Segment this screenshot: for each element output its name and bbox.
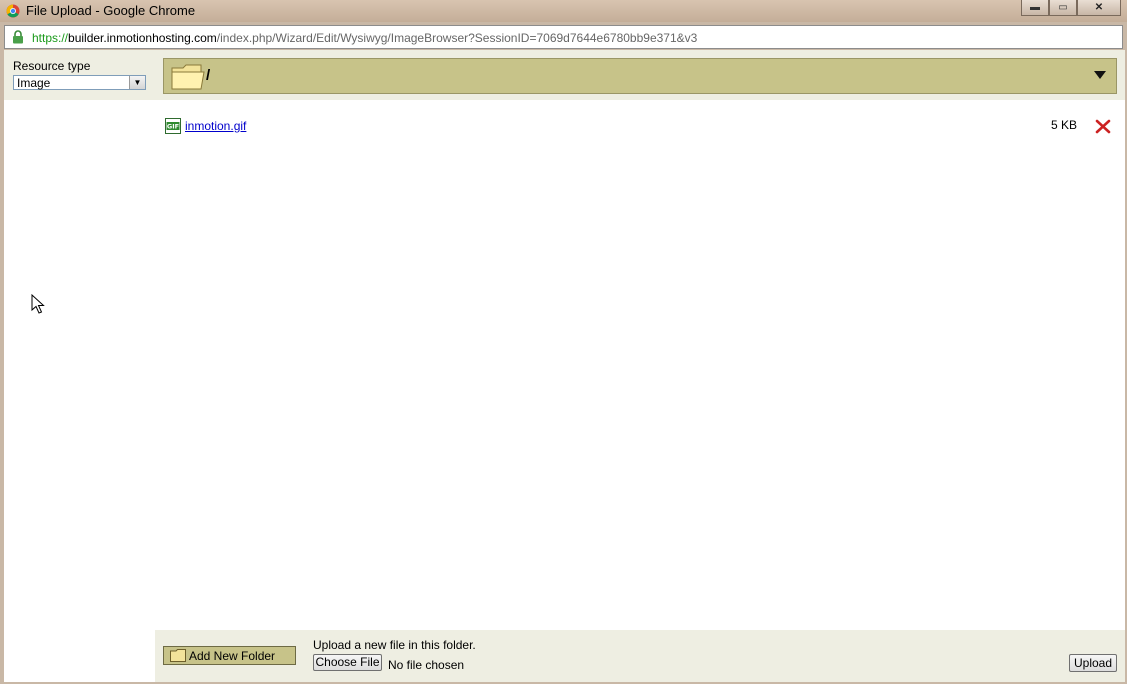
- upload-button[interactable]: Upload: [1069, 654, 1117, 672]
- window-title: File Upload - Google Chrome: [26, 3, 196, 18]
- delete-icon[interactable]: [1095, 118, 1111, 134]
- upload-footer: Add New Folder Upload a new file in this…: [155, 630, 1125, 682]
- folder-path-bar[interactable]: /: [163, 58, 1117, 94]
- window-controls: ▬ ▭ ✕: [1021, 0, 1121, 16]
- folder-icon: [170, 649, 186, 662]
- close-button[interactable]: ✕: [1077, 0, 1121, 16]
- folder-tree-panel: [4, 100, 154, 682]
- svg-text:GIF: GIF: [167, 123, 179, 131]
- folder-icon: [171, 64, 205, 90]
- current-folder-path: /: [206, 67, 211, 84]
- address-bar[interactable]: https://builder.inmotionhosting.com/inde…: [4, 25, 1123, 49]
- file-size: 5 KB: [1050, 118, 1077, 132]
- url-path: /index.php/Wizard/Edit/Wysiwyg/ImageBrow…: [216, 31, 698, 45]
- folder-dropdown-arrow-icon[interactable]: [1094, 71, 1106, 79]
- gif-file-icon: GIF: [165, 118, 181, 134]
- address-url: https://builder.inmotionhosting.com/inde…: [32, 31, 697, 45]
- window-titlebar[interactable]: File Upload - Google Chrome ▬ ▭ ✕: [0, 0, 1127, 22]
- browser-toolbar: Resource type Image ▼ /: [4, 50, 1125, 100]
- chrome-logo-icon: [6, 4, 20, 18]
- lock-icon: [13, 30, 23, 44]
- resource-type-select[interactable]: Image ▼: [13, 75, 146, 90]
- upload-hint-text: Upload a new file in this folder.: [313, 638, 476, 652]
- file-browser: Resource type Image ▼ / GIF inmotion.gif…: [4, 50, 1125, 682]
- mouse-cursor-icon: [31, 294, 45, 314]
- url-host: builder.inmotionhosting.com: [68, 31, 217, 45]
- resource-type-value: Image: [17, 76, 51, 90]
- file-list-item[interactable]: GIF inmotion.gif 5 KB: [165, 117, 1115, 137]
- file-name-link[interactable]: inmotion.gif: [185, 119, 246, 133]
- maximize-button[interactable]: ▭: [1049, 0, 1077, 16]
- choose-file-button[interactable]: Choose File: [313, 654, 382, 671]
- resource-type-label: Resource type: [13, 59, 91, 73]
- add-new-folder-button[interactable]: Add New Folder: [163, 646, 296, 665]
- minimize-button[interactable]: ▬: [1021, 0, 1049, 16]
- no-file-chosen-text: No file chosen: [388, 658, 465, 672]
- url-scheme: https://: [32, 31, 69, 45]
- chevron-down-icon[interactable]: ▼: [129, 76, 145, 89]
- add-new-folder-label: Add New Folder: [189, 649, 276, 663]
